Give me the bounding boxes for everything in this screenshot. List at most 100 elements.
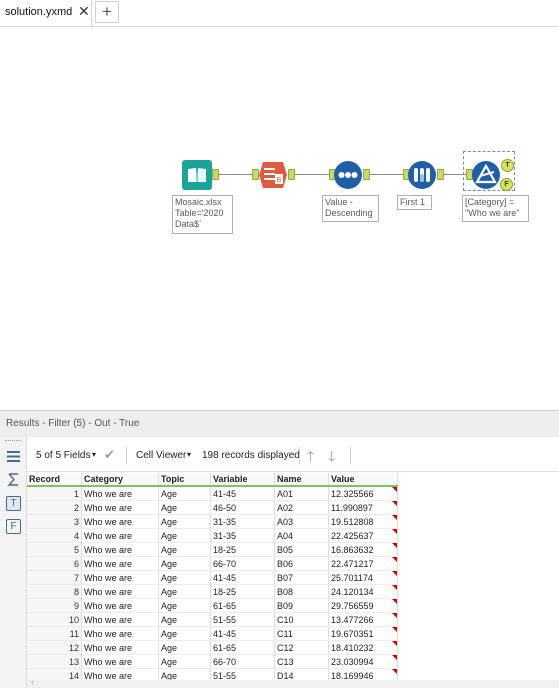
column-header-topic[interactable]: Topic: [158, 473, 211, 487]
column-header-record[interactable]: Record: [27, 473, 82, 487]
category-cell[interactable]: Who we are: [81, 514, 159, 529]
topic-cell[interactable]: Age: [158, 556, 211, 571]
sort-tool[interactable]: [333, 160, 363, 190]
category-cell[interactable]: Who we are: [81, 500, 159, 515]
rail-grip[interactable]: [5, 440, 21, 444]
true-output-anchor[interactable]: T: [501, 159, 514, 172]
workflow-canvas[interactable]: B T F Mosaic.xlsx Table='2020 Data$` Val…: [0, 27, 559, 409]
column-header-value[interactable]: Value: [328, 473, 398, 487]
name-cell[interactable]: C12: [274, 640, 329, 655]
name-cell[interactable]: A04: [274, 528, 329, 543]
input-data-tool[interactable]: [182, 160, 212, 190]
value-cell[interactable]: 23.030994: [328, 654, 398, 669]
table-row[interactable]: 3 Who we are Age 31-35 A03 19.512808: [27, 514, 398, 529]
column-header-category[interactable]: Category: [81, 473, 159, 487]
variable-cell[interactable]: 31-35: [210, 514, 275, 529]
variable-cell[interactable]: 66-70: [210, 556, 275, 571]
table-row[interactable]: 13 Who we are Age 66-70 C13 23.030994: [27, 654, 398, 669]
fields-dropdown[interactable]: 5 of 5 Fields: [36, 450, 90, 461]
variable-cell[interactable]: 18-25: [210, 584, 275, 599]
select-tool[interactable]: B: [258, 160, 288, 190]
add-tab-button[interactable]: +: [95, 1, 119, 23]
record-cell[interactable]: 11: [27, 626, 82, 641]
record-cell[interactable]: 8: [27, 584, 82, 599]
results-grid[interactable]: Record Category Topic Variable Name Valu…: [27, 473, 398, 683]
category-cell[interactable]: Who we are: [81, 612, 159, 627]
checkmark-icon[interactable]: ✔: [104, 447, 115, 463]
record-cell[interactable]: 3: [27, 514, 82, 529]
value-cell[interactable]: 29.756559: [328, 598, 398, 613]
category-cell[interactable]: Who we are: [81, 598, 159, 613]
topic-cell[interactable]: Age: [158, 584, 211, 599]
topic-cell[interactable]: Age: [158, 640, 211, 655]
table-row[interactable]: 8 Who we are Age 18-25 B08 24.120134: [27, 584, 398, 599]
table-row[interactable]: 7 Who we are Age 41-45 B07 25.701174: [27, 570, 398, 585]
name-cell[interactable]: B05: [274, 542, 329, 557]
value-cell[interactable]: 16.863632: [328, 542, 398, 557]
list-view-icon[interactable]: [6, 449, 21, 464]
category-cell[interactable]: Who we are: [81, 542, 159, 557]
variable-cell[interactable]: 61-65: [210, 640, 275, 655]
table-row[interactable]: 11 Who we are Age 41-45 C11 19.670351: [27, 626, 398, 641]
value-cell[interactable]: 19.670351: [328, 626, 398, 641]
value-cell[interactable]: 18.410232: [328, 640, 398, 655]
name-cell[interactable]: A02: [274, 500, 329, 515]
variable-cell[interactable]: 18-25: [210, 542, 275, 557]
category-cell[interactable]: Who we are: [81, 570, 159, 585]
name-cell[interactable]: C10: [274, 612, 329, 627]
name-cell[interactable]: A03: [274, 514, 329, 529]
cell-viewer-dropdown[interactable]: Cell Viewer: [136, 450, 186, 461]
category-cell[interactable]: Who we are: [81, 626, 159, 641]
value-cell[interactable]: 25.701174: [328, 570, 398, 585]
name-cell[interactable]: B07: [274, 570, 329, 585]
table-row[interactable]: 10 Who we are Age 51-55 C10 13.477266: [27, 612, 398, 627]
arrow-up-icon[interactable]: 🡑: [307, 446, 314, 470]
value-cell[interactable]: 11.990897: [328, 500, 398, 515]
table-row[interactable]: 5 Who we are Age 18-25 B05 16.863632: [27, 542, 398, 557]
value-cell[interactable]: 22.425637: [328, 528, 398, 543]
record-cell[interactable]: 7: [27, 570, 82, 585]
value-cell[interactable]: 19.512808: [328, 514, 398, 529]
category-cell[interactable]: Who we are: [81, 556, 159, 571]
category-cell[interactable]: Who we are: [81, 528, 159, 543]
horizontal-scrollbar[interactable]: ‹: [27, 677, 559, 688]
record-cell[interactable]: 12: [27, 640, 82, 655]
name-cell[interactable]: C13: [274, 654, 329, 669]
value-cell[interactable]: 13.477266: [328, 612, 398, 627]
variable-cell[interactable]: 66-70: [210, 654, 275, 669]
table-view-button[interactable]: T: [6, 496, 21, 511]
chevron-left-icon[interactable]: ‹: [31, 677, 34, 687]
variable-cell[interactable]: 61-65: [210, 598, 275, 613]
record-cell[interactable]: 10: [27, 612, 82, 627]
topic-cell[interactable]: Age: [158, 570, 211, 585]
close-icon[interactable]: ✕: [78, 3, 90, 20]
output-anchor[interactable]: [288, 169, 295, 180]
record-cell[interactable]: 5: [27, 542, 82, 557]
table-row[interactable]: 12 Who we are Age 61-65 C12 18.410232: [27, 640, 398, 655]
table-row[interactable]: 2 Who we are Age 46-50 A02 11.990897: [27, 500, 398, 515]
table-row[interactable]: 6 Who we are Age 66-70 B06 22.471217: [27, 556, 398, 571]
topic-cell[interactable]: Age: [158, 654, 211, 669]
variable-cell[interactable]: 31-35: [210, 528, 275, 543]
name-cell[interactable]: A01: [274, 486, 329, 501]
topic-cell[interactable]: Age: [158, 486, 211, 501]
false-output-anchor[interactable]: F: [500, 178, 513, 191]
variable-cell[interactable]: 41-45: [210, 486, 275, 501]
topic-cell[interactable]: Age: [158, 528, 211, 543]
chevron-down-icon[interactable]: ▾: [187, 450, 191, 459]
category-cell[interactable]: Who we are: [81, 654, 159, 669]
column-header-name[interactable]: Name: [274, 473, 329, 487]
topic-cell[interactable]: Age: [158, 598, 211, 613]
topic-cell[interactable]: Age: [158, 514, 211, 529]
record-cell[interactable]: 6: [27, 556, 82, 571]
category-cell[interactable]: Who we are: [81, 640, 159, 655]
table-row[interactable]: 1 Who we are Age 41-45 A01 12.325566: [27, 486, 398, 501]
variable-cell[interactable]: 51-55: [210, 612, 275, 627]
record-cell[interactable]: 13: [27, 654, 82, 669]
value-cell[interactable]: 12.325566: [328, 486, 398, 501]
category-cell[interactable]: Who we are: [81, 486, 159, 501]
name-cell[interactable]: B09: [274, 598, 329, 613]
topic-cell[interactable]: Age: [158, 542, 211, 557]
variable-cell[interactable]: 46-50: [210, 500, 275, 515]
output-anchor[interactable]: [363, 169, 370, 180]
